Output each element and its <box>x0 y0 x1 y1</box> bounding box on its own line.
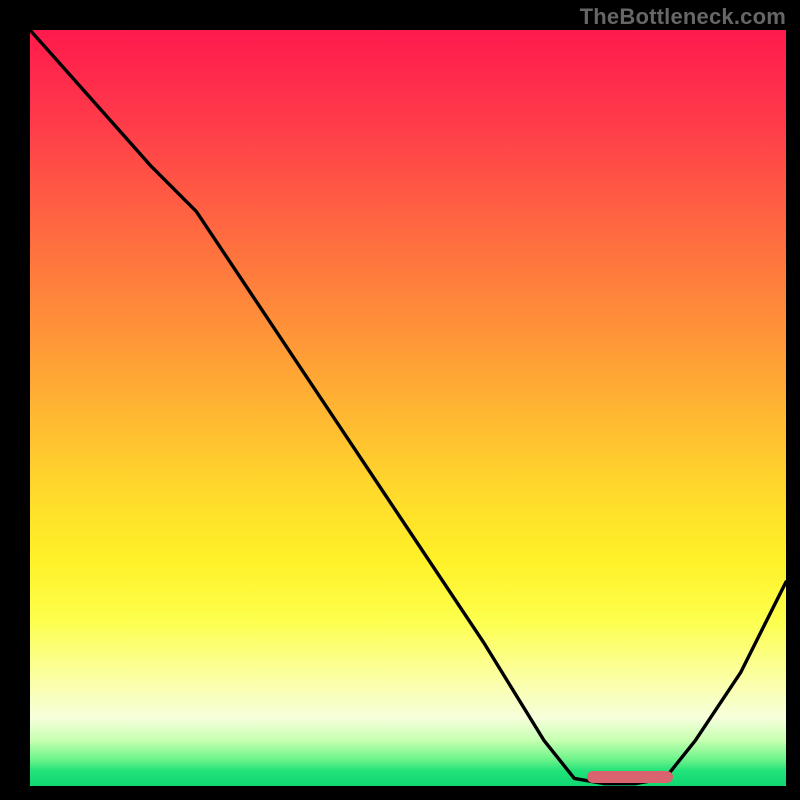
chart-frame: TheBottleneck.com <box>0 0 800 800</box>
watermark-text: TheBottleneck.com <box>580 4 786 30</box>
plot-area <box>30 30 786 786</box>
curve-path <box>30 30 786 784</box>
line-curve <box>30 30 786 786</box>
optimal-range-marker <box>587 771 673 783</box>
